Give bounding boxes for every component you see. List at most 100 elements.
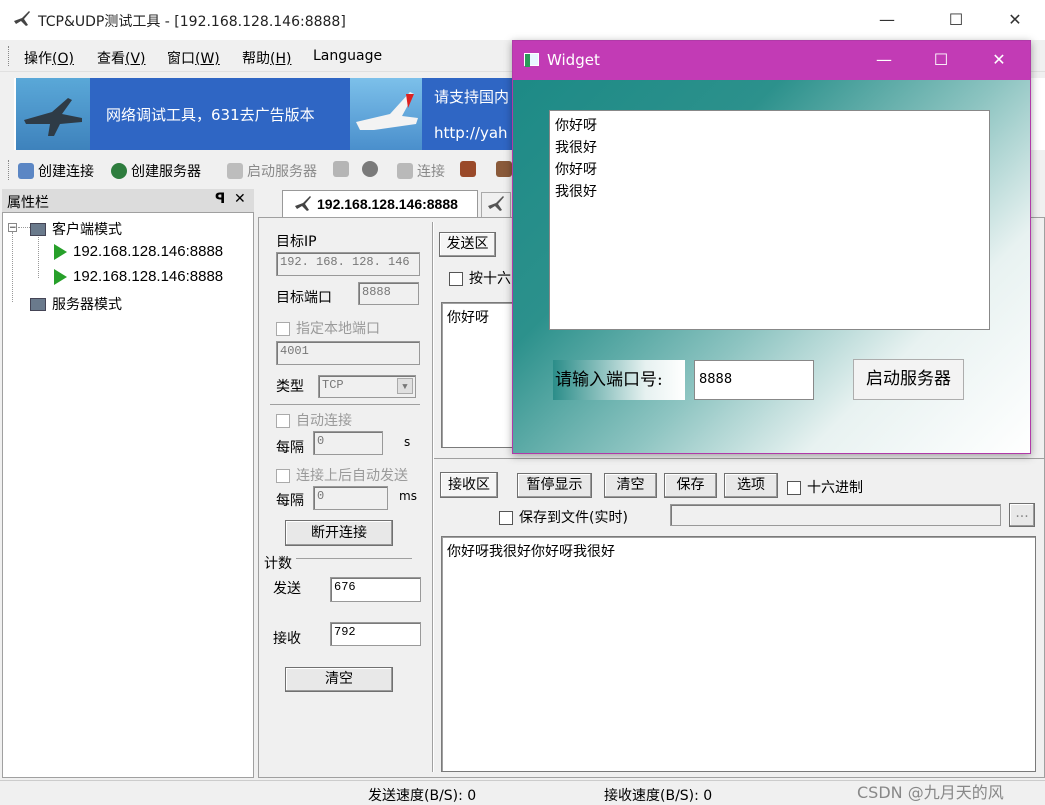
stop-server-button[interactable] [333,161,349,177]
type-select[interactable]: TCP ▼ [318,375,416,398]
count-label: 计数 [264,556,292,572]
local-port-field[interactable]: 4001 [276,341,420,365]
delete-button[interactable] [362,161,378,177]
port-input[interactable]: 8888 [694,360,814,400]
tree-node-client-mode[interactable]: 客户端模式 [30,219,122,239]
widget-title: Widget [547,51,600,69]
widget-minimize-button[interactable]: — [861,46,907,74]
connection-tab-icon [293,195,313,217]
save-to-file-checkbox[interactable]: 保存到文件(实时) [499,507,628,527]
interval-ms-field[interactable]: 0 [313,486,388,510]
send-hex-checkbox[interactable]: 按十六 [449,268,511,288]
divider [270,404,420,405]
widget-body: 你好呀 我很好 你好呀 我很好 请输入端口号: 8888 启动服务器 [513,80,1030,453]
disconnect-icon [460,161,476,177]
banner-support[interactable]: 请支持国内 http://yah [422,78,522,150]
widget-window: Widget — ☐ ✕ 你好呀 我很好 你好呀 我很好 请输入端口号: 888… [512,40,1031,454]
tree-line [12,232,13,302]
target-port-field[interactable]: 8888 [358,282,419,305]
tree-collapse-toggle[interactable]: − [8,223,17,233]
minimize-button[interactable]: — [864,6,910,34]
computer-icon [30,222,46,236]
tree-node-connection[interactable]: 192.168.128.146:8888 [54,268,223,285]
tree-node-server-mode[interactable]: 服务器模式 [30,294,122,314]
recv-count-field[interactable]: 792 [330,622,421,646]
recv-textarea[interactable]: 你好呀我很好你好呀我很好 [441,536,1036,772]
target-port-label: 目标端口 [276,290,332,306]
unit-ms-label: ms [399,489,417,503]
save-file-path-field[interactable] [670,504,1001,526]
menu-view[interactable]: 查看(V) [97,48,146,68]
message-list[interactable]: 你好呀 我很好 你好呀 我很好 [549,110,990,330]
menu-grip [8,46,11,66]
vertical-divider [432,222,434,772]
message-item: 你好呀 [555,118,597,134]
tree-line [18,227,30,228]
save-button[interactable]: 保存 [664,473,717,498]
divider [296,558,412,559]
disconnect-button[interactable]: 断开连接 [285,520,393,546]
globe-icon [111,163,127,179]
server-icon [333,161,349,177]
more-toolbar-button[interactable] [496,161,512,177]
computer-icon [30,297,46,311]
chevron-down-icon[interactable]: ▼ [397,378,413,394]
start-server-icon [227,163,243,179]
window-title: TCP&UDP测试工具 - [192.168.128.146:8888] [38,14,346,30]
tab-label: 192.168.128.146:8888 [317,196,458,212]
connect-icon [397,163,413,179]
banner-ad[interactable]: 网络调试工具，631去广告版本 [90,78,350,150]
start-server-button[interactable]: 启动服务器 [227,161,317,181]
send-count-field[interactable]: 676 [330,577,421,602]
widget-app-icon [524,53,539,67]
banner-plane-image [350,78,422,150]
clear-count-button[interactable]: 清空 [285,667,393,692]
pin-icon[interactable]: ꟼ [215,191,225,207]
create-server-button[interactable]: 创建服务器 [111,161,201,181]
port-label: 请输入端口号: [553,360,685,400]
banner-url[interactable]: http://yah [434,124,508,142]
browse-button[interactable]: ... [1009,503,1035,527]
disconnect-toolbar-button[interactable] [460,161,476,177]
menu-help[interactable]: 帮助(H) [242,48,291,68]
main-title-bar: TCP&UDP测试工具 - [192.168.128.146:8888] — ☐… [0,0,1045,40]
close-button[interactable]: ✕ [992,6,1038,34]
target-ip-field[interactable]: 192. 168. 128. 146 [276,252,420,276]
create-connection-button[interactable]: 创建连接 [18,161,94,181]
menu-window[interactable]: 窗口(W) [167,48,220,68]
options-button[interactable]: 选项 [724,473,778,498]
widget-close-button[interactable]: ✕ [976,46,1022,74]
property-pane-header: 属性栏 ꟼ ✕ [2,189,254,213]
pause-display-button[interactable]: 暂停显示 [517,473,592,498]
delete-icon [362,161,378,177]
watermark: CSDN @九月天的风 [857,783,1004,802]
auto-connect-checkbox[interactable]: 自动连接 [276,410,352,430]
send-speed-status: 发送速度(B/S): 0 [368,788,477,804]
interval-s-field[interactable]: 0 [313,431,383,455]
interval-label: 每隔 [276,493,304,509]
widget-maximize-button[interactable]: ☐ [918,46,964,74]
type-label: 类型 [276,379,304,395]
connection-tab-icon [486,195,506,217]
auto-send-checkbox[interactable]: 连接上后自动发送 [276,465,408,485]
local-port-checkbox[interactable]: 指定本地端口 [276,318,380,338]
menu-language[interactable]: Language [313,48,382,64]
toolbar-grip [8,160,11,180]
connect-button[interactable]: 连接 [397,161,445,181]
maximize-button[interactable]: ☐ [933,6,979,34]
send-count-label: 发送 [273,581,301,597]
message-item: 我很好 [555,184,597,200]
send-textarea[interactable]: 你好呀 [441,302,521,448]
tree-node-connection[interactable]: 192.168.128.146:8888 [54,243,223,260]
tab-connection-2[interactable] [481,192,511,217]
recv-speed-status: 接收速度(B/S): 0 [604,788,713,804]
property-pane-close[interactable]: ✕ [234,191,246,207]
tool-icon [496,161,512,177]
menu-operate[interactable]: 操作(O) [24,48,74,68]
tab-connection[interactable]: 192.168.128.146:8888 [282,190,478,218]
clear-recv-button[interactable]: 清空 [604,473,657,498]
divider [434,458,1045,459]
recv-hex-checkbox[interactable]: 十六进制 [787,477,863,497]
start-server-widget-button[interactable]: 启动服务器 [853,359,964,400]
recv-count-label: 接收 [273,631,301,647]
